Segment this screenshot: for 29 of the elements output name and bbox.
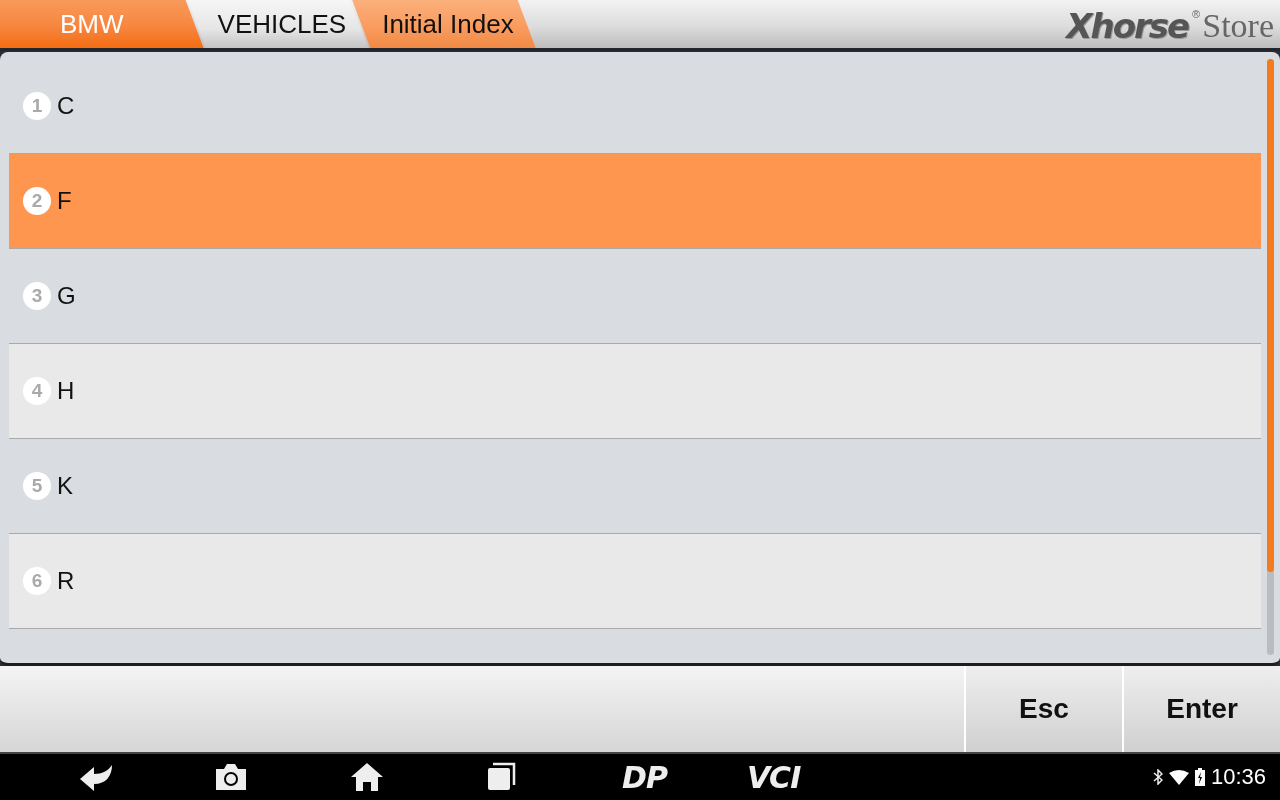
logo-text: Store — [1202, 6, 1274, 46]
breadcrumb-tab[interactable]: VEHICLES — [187, 0, 369, 48]
bluetooth-icon — [1152, 769, 1163, 785]
action-button[interactable]: Enter — [1122, 666, 1280, 752]
number-badge: 1 — [23, 92, 51, 120]
number-badge: 2 — [23, 187, 51, 215]
list-item[interactable]: 6 R — [9, 534, 1261, 629]
item-label: C — [57, 92, 75, 120]
wifi-icon — [1168, 769, 1189, 785]
vci-button[interactable]: VCI — [746, 759, 801, 795]
item-label: K — [57, 472, 73, 500]
scrollbar[interactable] — [1267, 59, 1274, 655]
dp-button[interactable]: DP — [622, 759, 667, 795]
list-item[interactable]: 2 F — [9, 154, 1261, 249]
item-label: G — [57, 282, 76, 310]
registered-mark: ® — [1192, 8, 1201, 20]
action-button[interactable]: Esc — [964, 666, 1122, 752]
number-badge: 6 — [23, 567, 51, 595]
battery-icon — [1194, 768, 1205, 786]
clock-time: 10:36 — [1210, 764, 1266, 790]
number-badge: 4 — [23, 377, 51, 405]
number-badge: 5 — [23, 472, 51, 500]
number-badge: 3 — [23, 282, 51, 310]
item-label: H — [57, 377, 75, 405]
item-label: R — [57, 567, 75, 595]
list-item[interactable]: 4 H — [9, 344, 1261, 439]
logo-text: Xhorse — [1066, 6, 1189, 46]
item-label: F — [57, 187, 72, 215]
breadcrumb-tab[interactable]: Initial Index — [352, 0, 536, 48]
